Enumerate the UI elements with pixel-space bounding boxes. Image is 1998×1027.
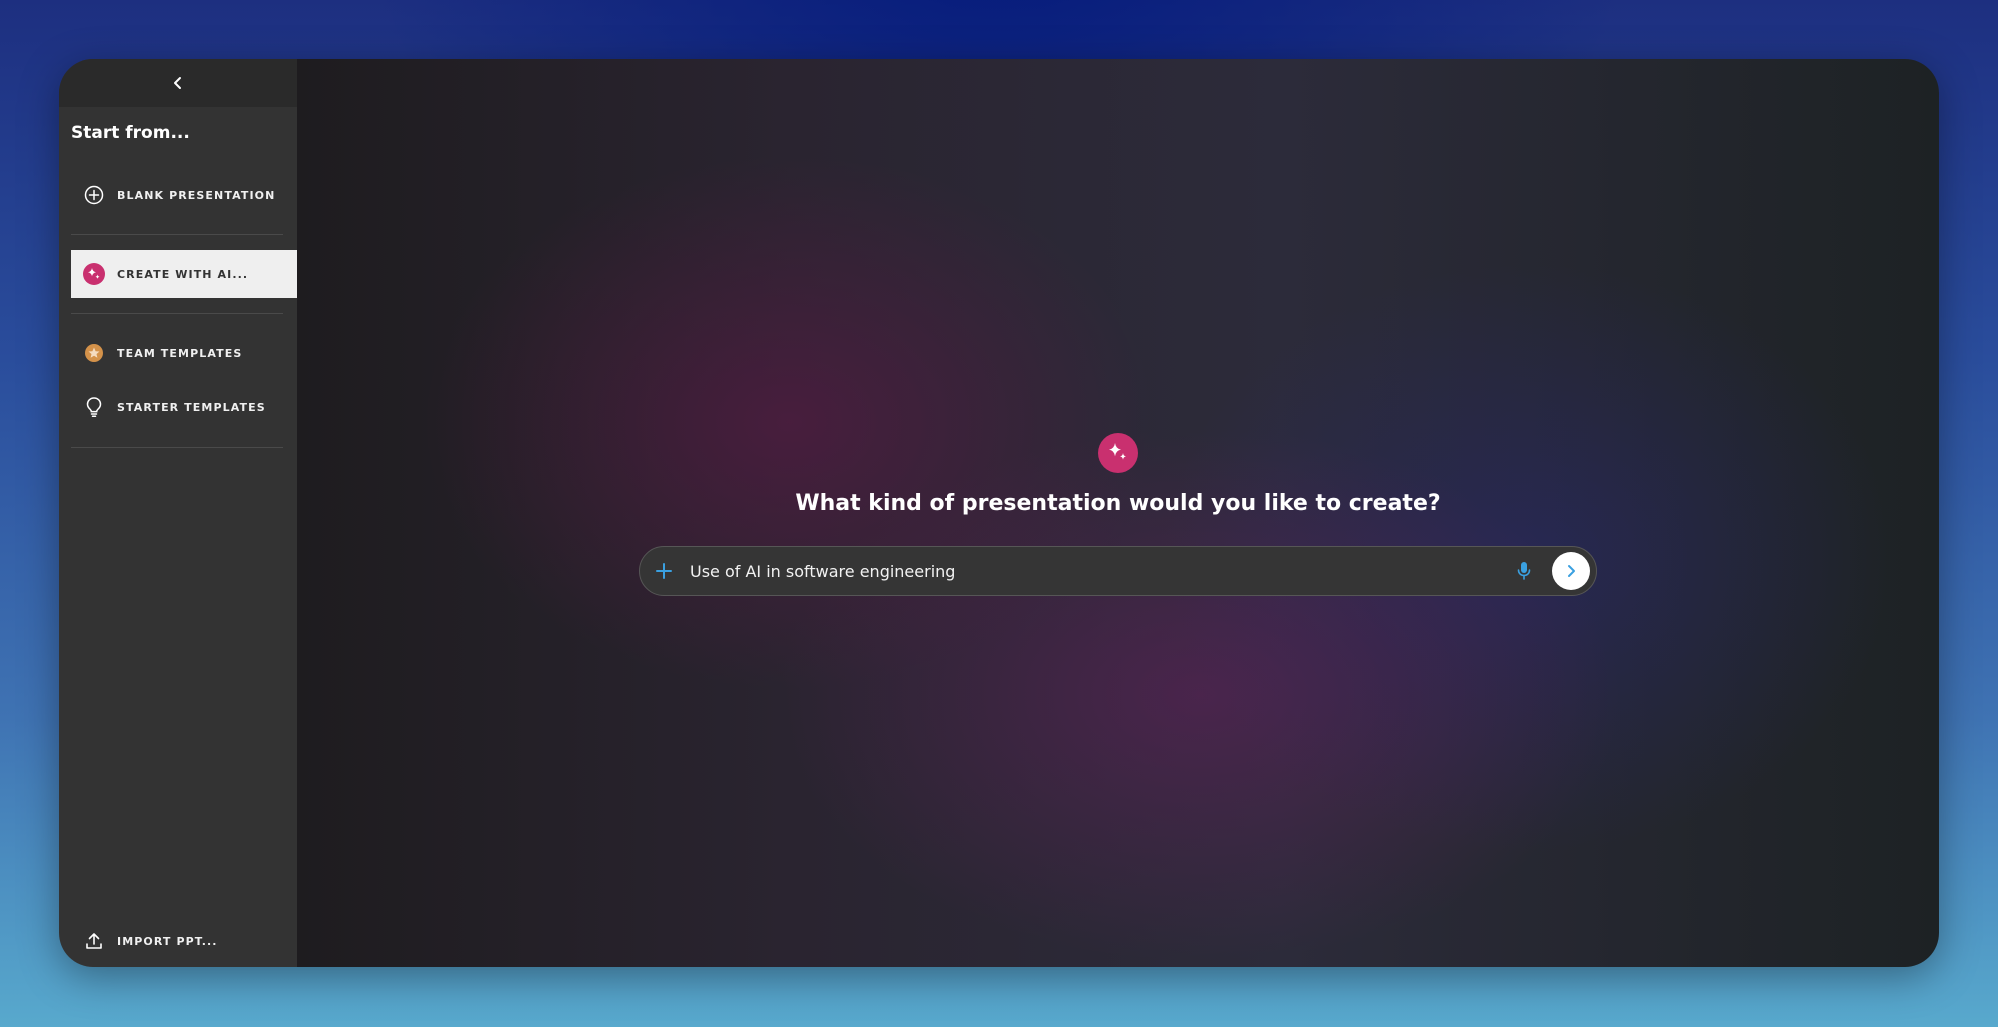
menu-item-label: CREATE WITH AI... (117, 267, 249, 281)
collapse-sidebar-button[interactable] (162, 67, 194, 99)
divider (71, 313, 283, 314)
ai-prompt-section: What kind of presentation would you like… (297, 433, 1939, 596)
plus-circle-icon (83, 184, 105, 206)
divider (71, 234, 283, 235)
add-attachment-button[interactable] (652, 559, 676, 583)
sparkle-icon (83, 263, 105, 285)
divider (71, 447, 283, 448)
prompt-bar (639, 546, 1597, 596)
prompt-title: What kind of presentation would you like… (795, 491, 1441, 516)
chevron-right-icon (1568, 565, 1575, 577)
main-panel: What kind of presentation would you like… (297, 59, 1939, 967)
sidebar-header (59, 59, 297, 107)
sparkle-icon (1098, 433, 1138, 473)
microphone-button[interactable] (1512, 559, 1536, 583)
menu-item-label: STARTER TEMPLATES (117, 400, 266, 414)
microphone-icon (1517, 562, 1531, 580)
menu-item-label: BLANK PRESENTATION (117, 188, 276, 202)
sidebar: Start from... BLANK PRESENTATION CREATE … (59, 59, 297, 967)
chevron-left-icon (174, 77, 181, 89)
sidebar-title: Start from... (71, 123, 190, 143)
star-badge-icon (83, 342, 105, 364)
menu-item-import-ppt[interactable]: IMPORT PPT... (71, 917, 297, 965)
menu-item-label: TEAM TEMPLATES (117, 346, 243, 360)
menu-item-blank-presentation[interactable]: BLANK PRESENTATION (71, 171, 297, 219)
app-window: Start from... BLANK PRESENTATION CREATE … (59, 59, 1939, 967)
lightbulb-icon (83, 396, 105, 418)
menu-item-create-with-ai[interactable]: CREATE WITH AI... (71, 250, 297, 298)
menu-item-team-templates[interactable]: TEAM TEMPLATES (71, 329, 297, 377)
menu-item-starter-templates[interactable]: STARTER TEMPLATES (71, 383, 297, 431)
plus-icon (656, 563, 672, 579)
submit-button[interactable] (1552, 552, 1590, 590)
upload-icon (83, 930, 105, 952)
prompt-input[interactable] (688, 555, 1512, 587)
import-label: IMPORT PPT... (117, 934, 218, 948)
